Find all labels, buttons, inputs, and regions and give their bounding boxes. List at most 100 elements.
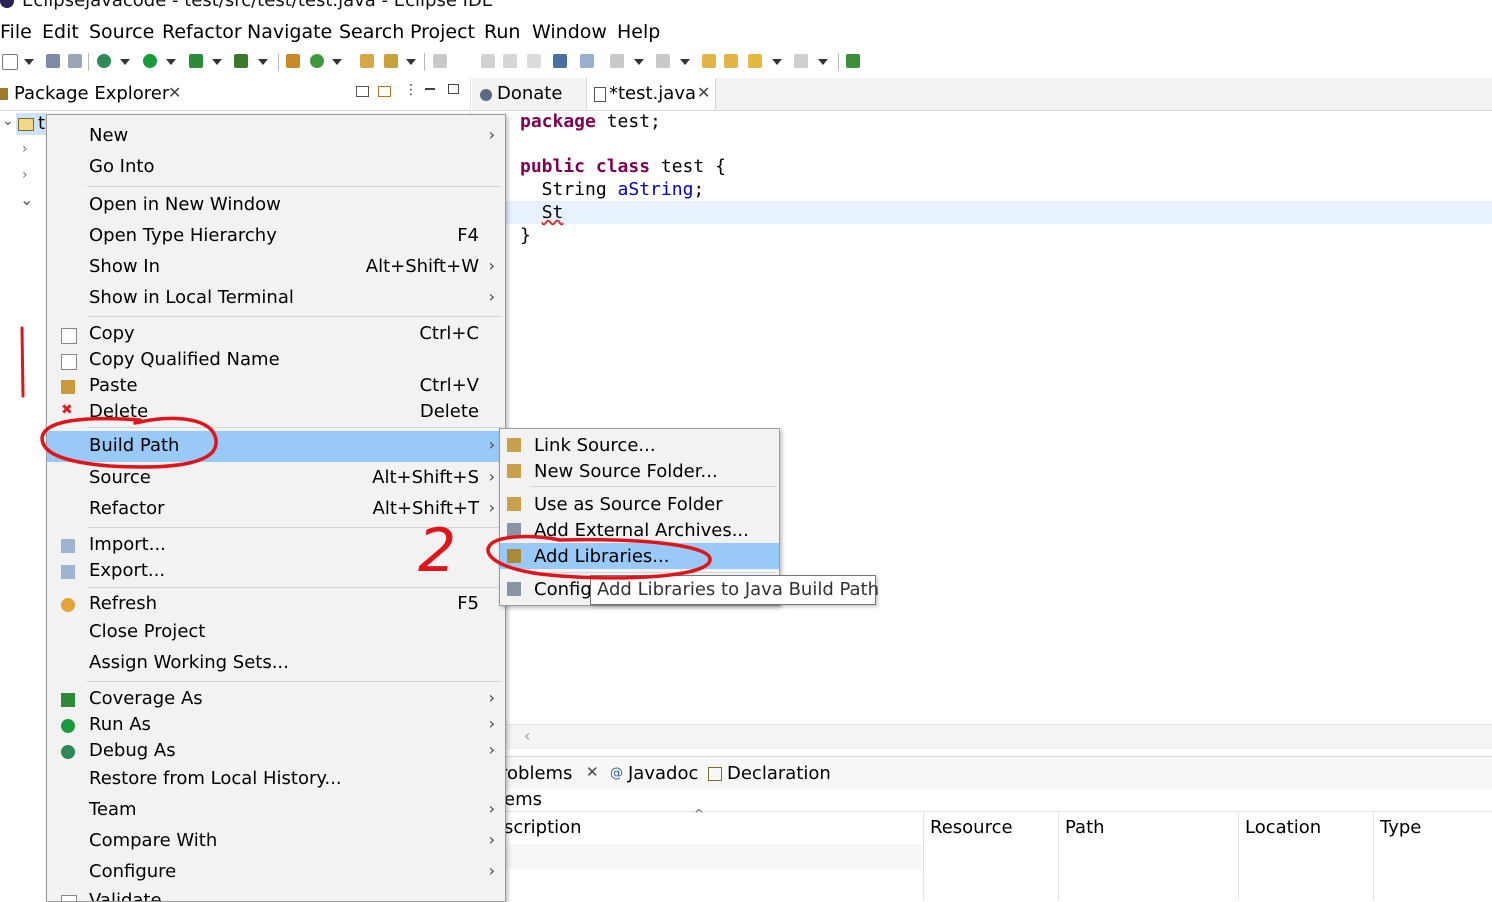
block-selection-icon[interactable] (503, 54, 517, 68)
menu-edit[interactable]: Edit (42, 21, 79, 43)
submenu-item-add-external-archives[interactable]: Add External Archives... (500, 517, 779, 543)
column-separator[interactable] (923, 813, 924, 900)
tab-javadoc[interactable]: Javadoc (628, 763, 698, 784)
next-annotation-dropdown-icon[interactable] (634, 59, 644, 65)
menu-item-source[interactable]: Source Alt+Shift+S › (47, 463, 505, 493)
tab-problems[interactable]: roblems (500, 763, 572, 784)
prev-annotation-icon[interactable] (656, 54, 670, 68)
prev-annotation-dropdown-icon[interactable] (680, 59, 690, 65)
view-menu-icon[interactable]: ⋮ (404, 82, 418, 98)
horizontal-scrollbar[interactable]: ‹ (504, 724, 1492, 749)
open-type-icon[interactable] (360, 54, 374, 68)
column-type[interactable]: Type (1380, 817, 1421, 838)
forward-dropdown-icon[interactable] (818, 59, 828, 65)
menu-source[interactable]: Source (89, 21, 154, 43)
menu-item-refactor[interactable]: Refactor Alt+Shift+T › (47, 494, 505, 524)
menu-item-close-project[interactable]: Close Project (47, 617, 505, 647)
menu-item-open-in-new-window[interactable]: Open in New Window (47, 190, 505, 220)
forward-icon[interactable] (794, 54, 808, 68)
tab-declaration[interactable]: Declaration (727, 763, 831, 784)
link-with-editor-icon[interactable] (378, 86, 391, 97)
coverage-dropdown-icon[interactable] (212, 59, 222, 65)
menu-item-compare-with[interactable]: Compare With › (47, 826, 505, 856)
new-icon[interactable] (2, 54, 18, 70)
menu-project[interactable]: Project (410, 21, 475, 43)
debug-dropdown-icon[interactable] (120, 59, 130, 65)
next-annotation-icon[interactable] (610, 54, 624, 68)
menu-item-export[interactable]: Export... (47, 556, 505, 586)
column-description[interactable]: scription (504, 817, 582, 838)
close-icon[interactable]: ✕ (168, 83, 181, 102)
coverage-icon[interactable] (189, 54, 203, 68)
new-java-package-icon[interactable] (286, 54, 300, 68)
column-separator[interactable] (1238, 813, 1239, 900)
run-icon[interactable] (143, 54, 157, 68)
menu-file[interactable]: File (0, 21, 32, 43)
chevron-right-icon[interactable]: › (22, 167, 28, 183)
menu-item-go-into[interactable]: Go Into (47, 152, 505, 182)
code-area[interactable]: package test; public class test { String… (472, 111, 1492, 251)
word-wrap-icon[interactable] (481, 54, 495, 68)
skip-breakpoints-icon[interactable] (580, 54, 594, 68)
submenu-item-new-source-folder[interactable]: New Source Folder... (500, 458, 779, 484)
menu-help[interactable]: Help (617, 21, 660, 43)
terminal-icon[interactable] (553, 54, 567, 68)
submenu-item-use-as-source-folder[interactable]: Use as Source Folder (500, 491, 779, 517)
new-class-dropdown-icon[interactable] (332, 59, 342, 65)
run-dropdown-icon[interactable] (166, 59, 176, 65)
new-java-class-icon[interactable] (310, 54, 324, 68)
back-icon[interactable] (748, 54, 762, 68)
menu-window[interactable]: Window (532, 21, 607, 43)
column-location[interactable]: Location (1245, 817, 1321, 838)
search-icon[interactable] (384, 54, 398, 68)
submenu-item-link-source[interactable]: Link Source... (500, 432, 779, 458)
menu-item-show-in[interactable]: Show In Alt+Shift+W › (47, 252, 505, 282)
tab-donate[interactable]: Donate (472, 78, 584, 110)
external-tools-dropdown-icon[interactable] (258, 59, 268, 65)
menu-item-show-in-local-terminal[interactable]: Show in Local Terminal › (47, 283, 505, 313)
menu-item-open-type-hierarchy[interactable]: Open Type Hierarchy F4 (47, 221, 505, 251)
scroll-left-icon[interactable]: ‹ (524, 726, 530, 745)
menu-item-new[interactable]: New › (47, 121, 505, 151)
menu-run[interactable]: Run (484, 21, 520, 43)
menu-navigate[interactable]: Navigate (247, 21, 332, 43)
column-separator[interactable] (1058, 813, 1059, 900)
column-path[interactable]: Path (1065, 817, 1105, 838)
debug-icon[interactable] (97, 54, 111, 68)
external-tools-icon[interactable] (234, 54, 248, 68)
last-edit-icon[interactable] (702, 54, 716, 68)
menu-item-refresh[interactable]: Refresh F5 (47, 589, 505, 619)
forward-edit-icon[interactable] (724, 54, 738, 68)
back-dropdown-icon[interactable] (772, 59, 782, 65)
toggle-mark-occurrences-icon[interactable] (433, 54, 447, 68)
menu-refactor[interactable]: Refactor (162, 21, 242, 43)
menu-item-delete[interactable]: ✖ Delete Delete (47, 397, 505, 427)
menu-item-restore-local-history[interactable]: Restore from Local History... (47, 764, 505, 794)
menu-item-assign-working-sets[interactable]: Assign Working Sets... (47, 648, 505, 678)
close-icon[interactable]: ✕ (697, 83, 710, 102)
menu-item-build-path[interactable]: Build Path › (47, 431, 505, 462)
save-all-icon[interactable] (68, 54, 82, 68)
new-dropdown-icon[interactable] (24, 59, 34, 65)
show-whitespace-icon[interactable] (527, 54, 541, 68)
submenu-item-add-libraries[interactable]: Add Libraries... (500, 543, 779, 569)
menu-search[interactable]: Search (339, 21, 404, 43)
chevron-right-icon[interactable]: › (22, 141, 28, 157)
save-icon[interactable] (46, 54, 60, 68)
tab-package-explorer[interactable]: Package Explorer ✕ (0, 78, 190, 112)
menu-item-team[interactable]: Team › (47, 795, 505, 825)
chevron-down-icon[interactable]: ⌄ (2, 113, 14, 129)
chevron-down-icon[interactable]: ⌄ (20, 190, 33, 209)
tree-row-selected[interactable]: t (16, 113, 46, 135)
open-perspective-icon[interactable] (846, 54, 860, 68)
search-dropdown-icon[interactable] (406, 59, 416, 65)
column-resource[interactable]: Resource (930, 817, 1013, 838)
collapse-all-icon[interactable] (356, 86, 369, 97)
maximize-icon[interactable] (448, 84, 459, 94)
minimize-icon[interactable] (425, 88, 435, 90)
column-separator[interactable] (1373, 813, 1374, 900)
menu-item-debug-as[interactable]: Debug As › (47, 736, 505, 766)
menu-item-configure[interactable]: Configure › (47, 857, 505, 887)
close-icon[interactable]: ✕ (586, 763, 599, 781)
tab-test-java[interactable]: *test.java ✕ (586, 78, 716, 110)
